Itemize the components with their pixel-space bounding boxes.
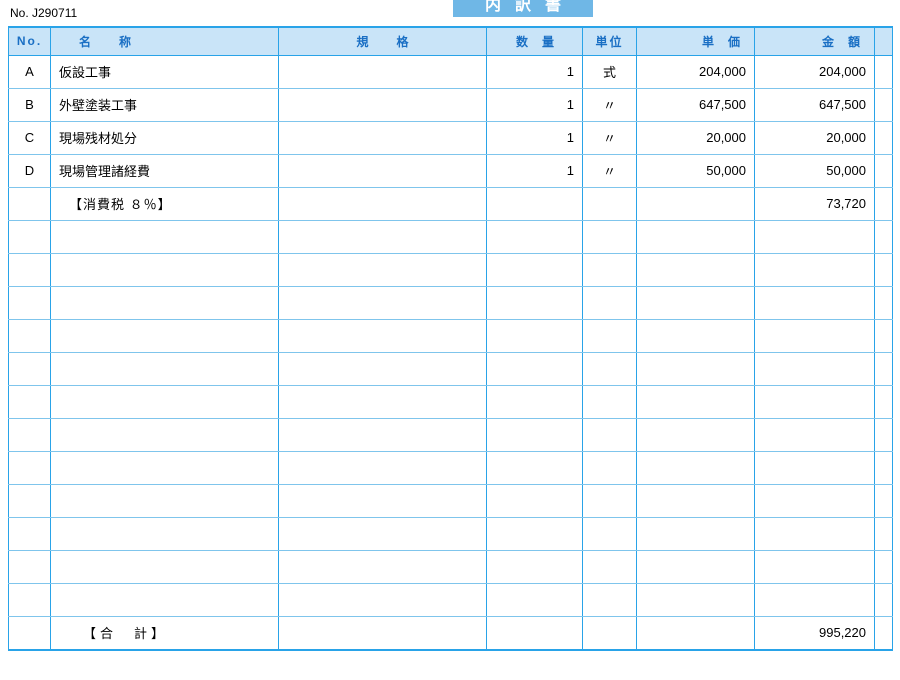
header-qty: 数量 bbox=[487, 27, 583, 55]
header-unit: 単位 bbox=[583, 27, 637, 55]
cell-tail bbox=[875, 121, 893, 154]
table-row-empty bbox=[9, 550, 893, 583]
cell-tail bbox=[875, 154, 893, 187]
cell-qty: 1 bbox=[487, 55, 583, 88]
table-row-empty bbox=[9, 517, 893, 550]
table-body: A仮設工事1式204,000204,000B外壁塗装工事1〃647,500647… bbox=[9, 55, 893, 650]
cell-spec bbox=[279, 121, 487, 154]
total-row: 【合 計】 995,220 bbox=[9, 616, 893, 650]
cell-no: A bbox=[9, 55, 51, 88]
cell-unit: 式 bbox=[583, 55, 637, 88]
cell-tail bbox=[875, 55, 893, 88]
tax-amount: 73,720 bbox=[755, 187, 875, 220]
table-row-empty bbox=[9, 352, 893, 385]
cell-amount: 20,000 bbox=[755, 121, 875, 154]
cell-no: C bbox=[9, 121, 51, 154]
cell-unit: 〃 bbox=[583, 88, 637, 121]
cell-qty: 1 bbox=[487, 121, 583, 154]
table-row: C現場残材処分1〃20,00020,000 bbox=[9, 121, 893, 154]
document-title: 内訳書 bbox=[453, 0, 593, 17]
total-amount: 995,220 bbox=[755, 616, 875, 650]
document-header: No. J290711 内訳書 bbox=[8, 4, 892, 26]
table-row: D現場管理諸経費1〃50,00050,000 bbox=[9, 154, 893, 187]
table-row-empty bbox=[9, 253, 893, 286]
document-number: No. J290711 bbox=[10, 6, 77, 20]
header-no: No. bbox=[9, 27, 51, 55]
cell-amount: 204,000 bbox=[755, 55, 875, 88]
cell-no: B bbox=[9, 88, 51, 121]
header-name: 名称 bbox=[51, 27, 279, 55]
total-label: 【合 計】 bbox=[51, 616, 279, 650]
cell-spec bbox=[279, 55, 487, 88]
header-row: No. 名称 規格 数量 単位 単価 金額 bbox=[9, 27, 893, 55]
header-amount: 金額 bbox=[755, 27, 875, 55]
cell-unit-price: 204,000 bbox=[637, 55, 755, 88]
table-row-empty bbox=[9, 385, 893, 418]
header-tail bbox=[875, 27, 893, 55]
cell-spec bbox=[279, 88, 487, 121]
cell-no: D bbox=[9, 154, 51, 187]
cell-name: 現場残材処分 bbox=[51, 121, 279, 154]
cell-qty: 1 bbox=[487, 154, 583, 187]
table-row: A仮設工事1式204,000204,000 bbox=[9, 55, 893, 88]
breakdown-table: No. 名称 規格 数量 単位 単価 金額 A仮設工事1式204,000204,… bbox=[8, 26, 893, 651]
table-row-empty bbox=[9, 319, 893, 352]
table-row: B外壁塗装工事1〃647,500647,500 bbox=[9, 88, 893, 121]
table-row-empty bbox=[9, 286, 893, 319]
cell-unit-price: 20,000 bbox=[637, 121, 755, 154]
cell-qty: 1 bbox=[487, 88, 583, 121]
table-row-empty bbox=[9, 484, 893, 517]
table-row-empty bbox=[9, 418, 893, 451]
cell-unit: 〃 bbox=[583, 121, 637, 154]
cell-name: 外壁塗装工事 bbox=[51, 88, 279, 121]
tax-row: 【消費税 ８％】 73,720 bbox=[9, 187, 893, 220]
table-row-empty bbox=[9, 583, 893, 616]
cell-unit-price: 50,000 bbox=[637, 154, 755, 187]
cell-amount: 647,500 bbox=[755, 88, 875, 121]
table-row-empty bbox=[9, 451, 893, 484]
cell-unit: 〃 bbox=[583, 154, 637, 187]
header-unit-price: 単価 bbox=[637, 27, 755, 55]
cell-tail bbox=[875, 88, 893, 121]
cell-unit-price: 647,500 bbox=[637, 88, 755, 121]
tax-label: 【消費税 ８％】 bbox=[51, 187, 279, 220]
table-row-empty bbox=[9, 220, 893, 253]
cell-amount: 50,000 bbox=[755, 154, 875, 187]
header-spec: 規格 bbox=[279, 27, 487, 55]
cell-name: 現場管理諸経費 bbox=[51, 154, 279, 187]
cell-name: 仮設工事 bbox=[51, 55, 279, 88]
cell-spec bbox=[279, 154, 487, 187]
